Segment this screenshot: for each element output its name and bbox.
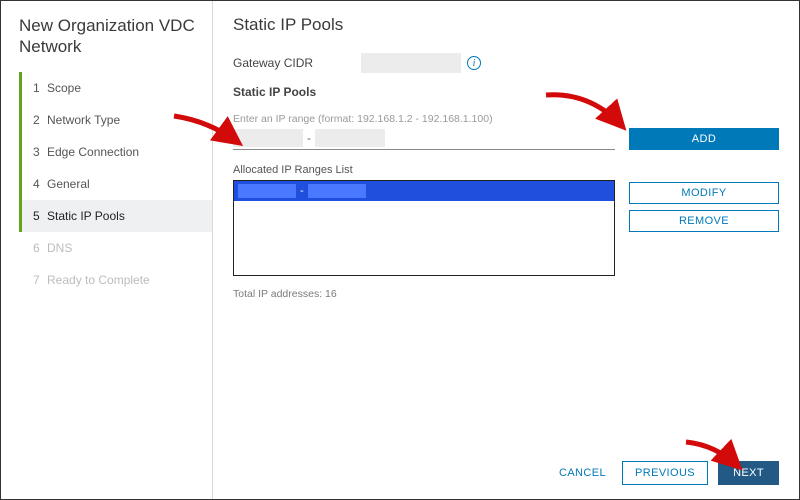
gateway-label: Gateway CIDR xyxy=(233,56,361,70)
step-scope[interactable]: 1Scope xyxy=(19,72,212,104)
next-button[interactable]: NEXT xyxy=(718,461,779,485)
range-end-chip xyxy=(308,184,366,198)
gateway-row: Gateway CIDR i xyxy=(233,53,779,73)
pools-section-label: Static IP Pools xyxy=(233,85,779,99)
step-edge-connection[interactable]: 3Edge Connection xyxy=(19,136,212,168)
step-general[interactable]: 4General xyxy=(19,168,212,200)
info-icon[interactable]: i xyxy=(467,56,481,70)
wizard-footer: CANCEL PREVIOUS NEXT xyxy=(553,461,779,485)
step-dns: 6DNS xyxy=(19,232,212,264)
main-panel: Static IP Pools Gateway CIDR i Static IP… xyxy=(213,1,799,499)
dash-separator: - xyxy=(298,185,306,197)
ip-range-start-input[interactable] xyxy=(233,129,303,147)
wizard-title: New Organization VDC Network xyxy=(19,15,212,58)
page-title: Static IP Pools xyxy=(233,15,779,35)
dash-separator: - xyxy=(307,131,311,145)
allocated-range-item[interactable]: - xyxy=(234,181,614,201)
wizard-sidebar: New Organization VDC Network 1Scope 2Net… xyxy=(1,1,213,499)
step-static-ip-pools[interactable]: 5Static IP Pools xyxy=(19,200,212,232)
add-button[interactable]: ADD xyxy=(629,128,779,150)
allocated-ranges-list[interactable]: - xyxy=(233,180,615,276)
step-ready: 7Ready to Complete xyxy=(19,264,212,296)
allocated-list-label: Allocated IP Ranges List xyxy=(233,164,615,176)
gateway-cidr-input[interactable] xyxy=(361,53,461,73)
total-ip-count: Total IP addresses: 16 xyxy=(233,288,779,300)
ip-range-input-group: - xyxy=(233,129,615,150)
modify-button[interactable]: MODIFY xyxy=(629,182,779,204)
range-hint: Enter an IP range (format: 192.168.1.2 -… xyxy=(233,113,615,125)
remove-button[interactable]: REMOVE xyxy=(629,210,779,232)
range-start-chip xyxy=(238,184,296,198)
previous-button[interactable]: PREVIOUS xyxy=(622,461,708,485)
step-network-type[interactable]: 2Network Type xyxy=(19,104,212,136)
cancel-button[interactable]: CANCEL xyxy=(553,463,612,483)
wizard-steps: 1Scope 2Network Type 3Edge Connection 4G… xyxy=(19,72,212,296)
ip-range-end-input[interactable] xyxy=(315,129,385,147)
